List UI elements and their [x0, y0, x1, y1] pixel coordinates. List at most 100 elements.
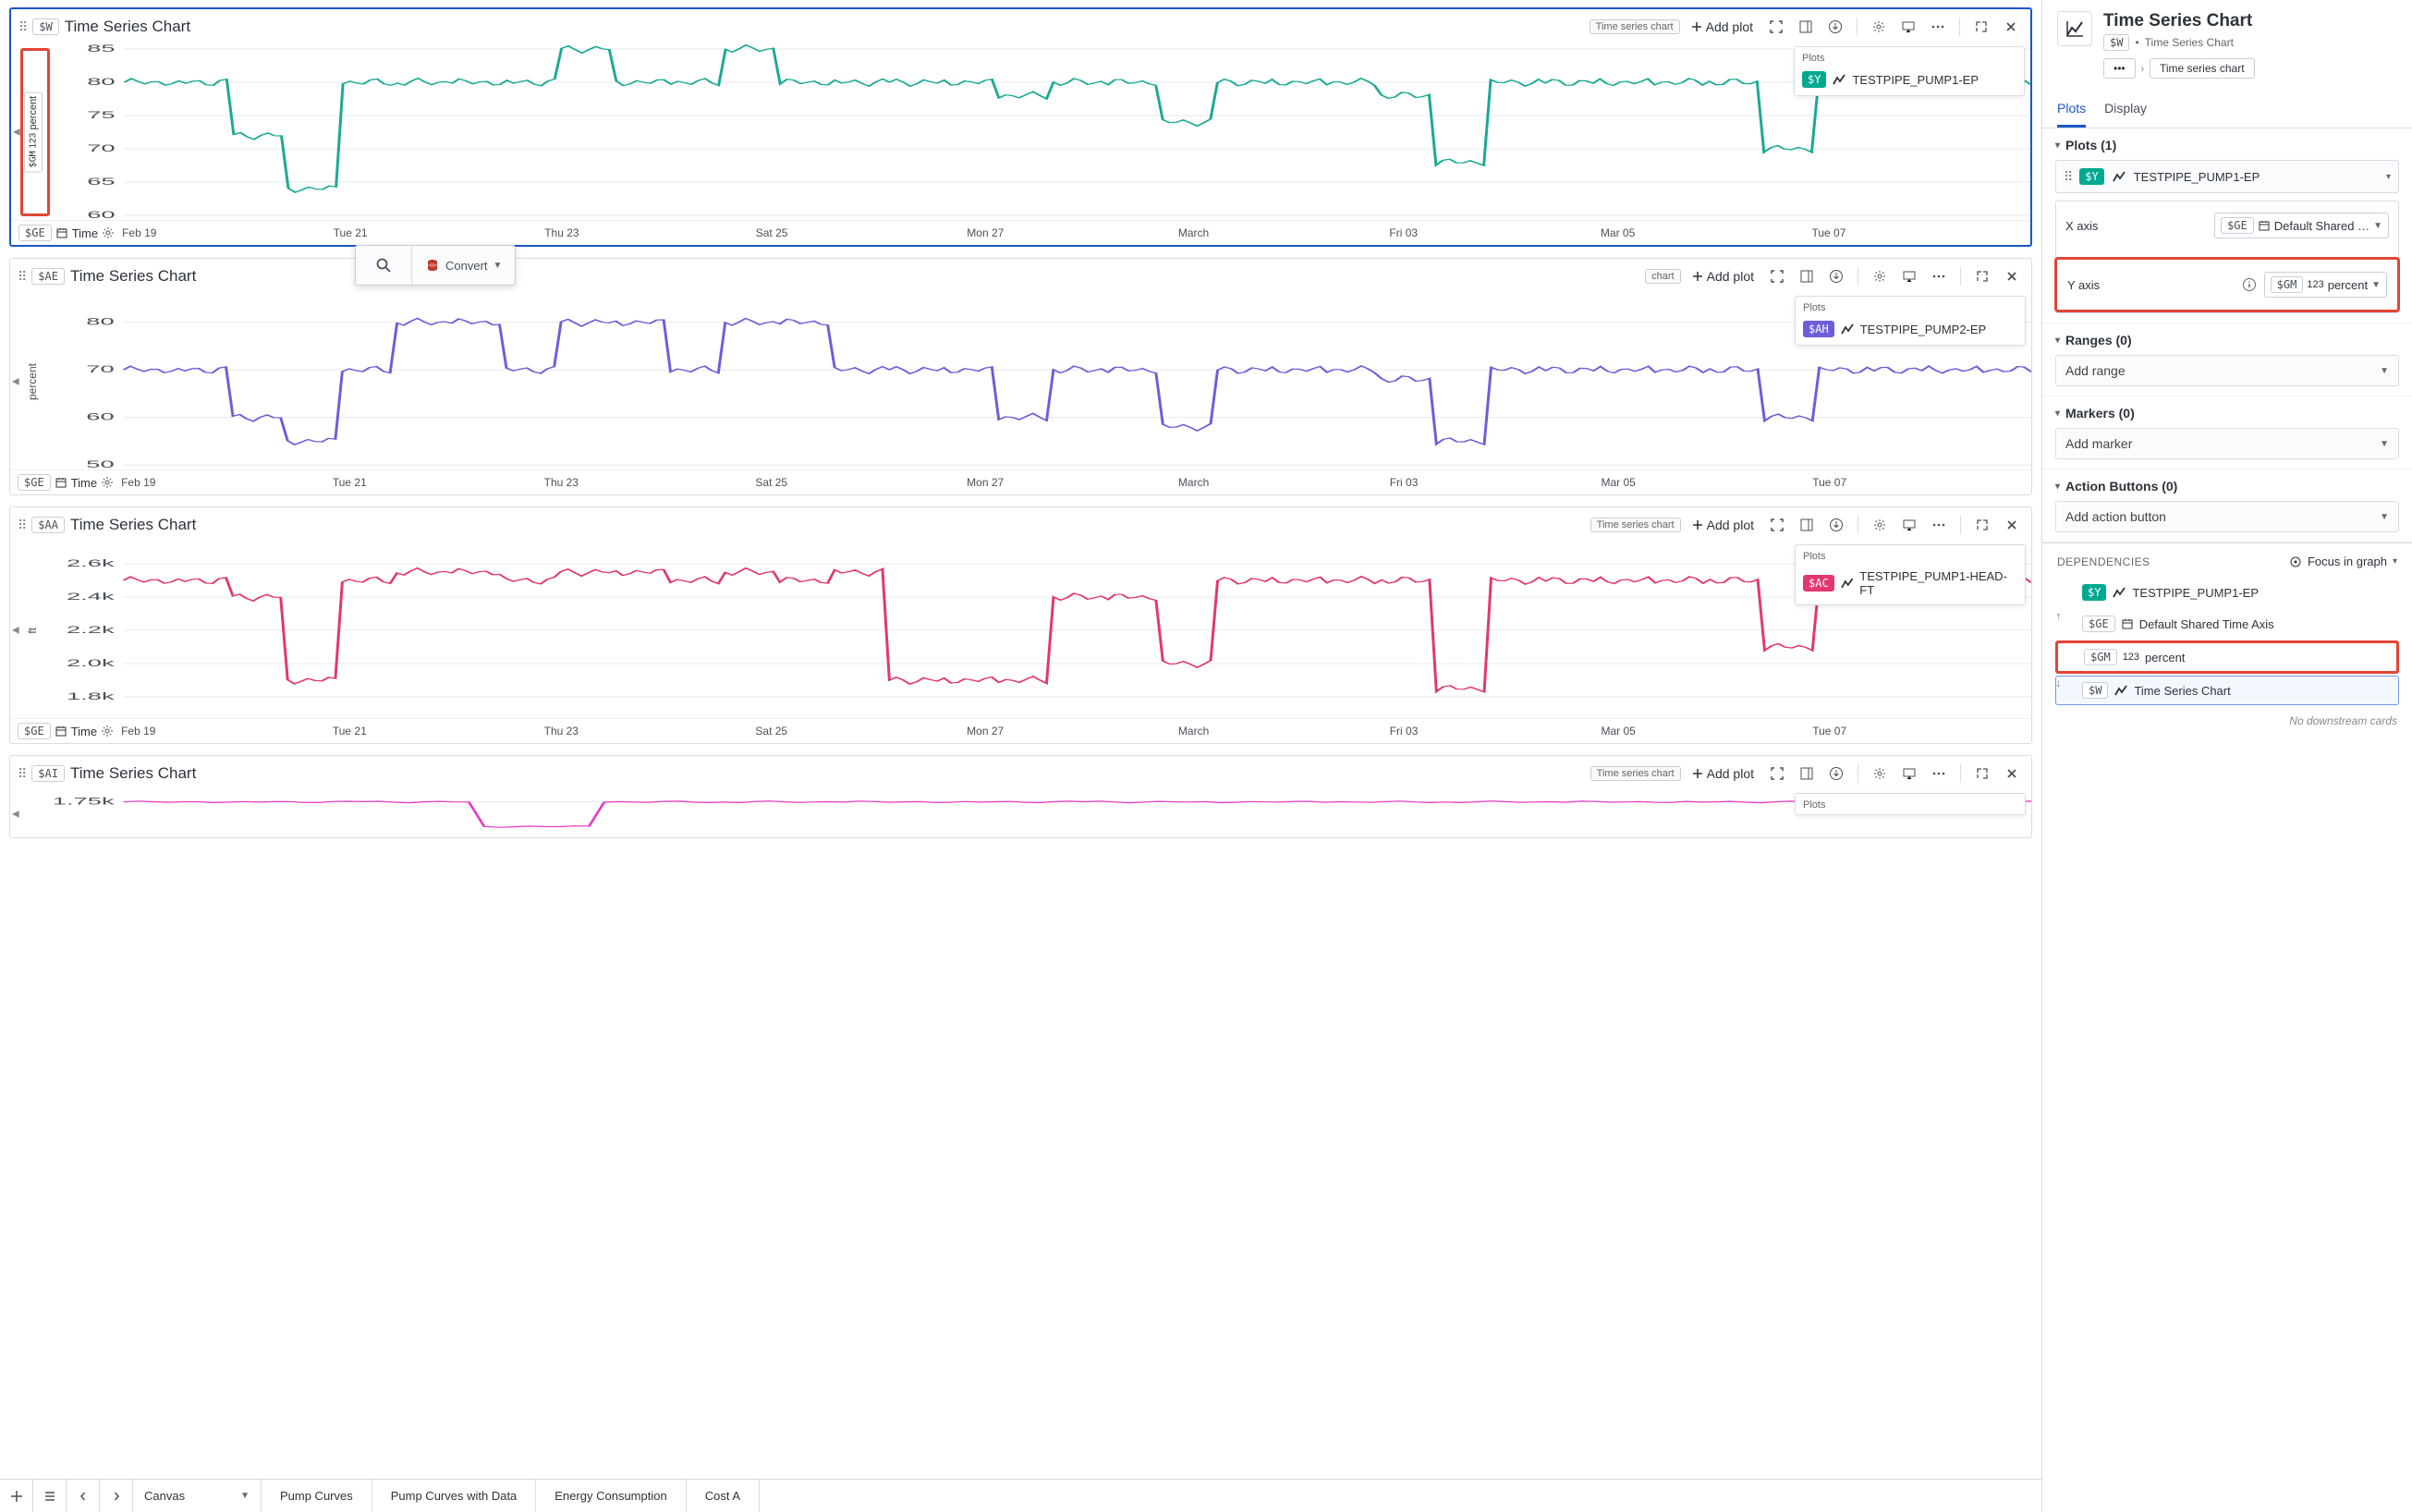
info-icon[interactable] — [2242, 277, 2257, 292]
chart-card[interactable]: ⠿ $AA Time Series Chart Time series char… — [9, 506, 2032, 744]
bb-tab[interactable]: Pump Curves with Data — [372, 1480, 537, 1512]
number-type-icon: 123 — [2123, 652, 2139, 663]
settings-icon-button[interactable] — [1868, 513, 1892, 537]
chevron-down-icon: ▼ — [2380, 512, 2389, 522]
more-icon-button[interactable] — [1927, 513, 1951, 537]
dependency-item[interactable]: $GM123percent — [2055, 640, 2399, 674]
plots-section-head[interactable]: ▾ Plots (1) — [2055, 138, 2399, 152]
x-axis-select[interactable]: $GE Default Shared … ▼ — [2214, 213, 2389, 238]
plot-area[interactable]: 1.75k — [55, 791, 2031, 837]
close-icon-button[interactable] — [2000, 513, 2024, 537]
gear-icon[interactable] — [101, 476, 114, 489]
bb-tab[interactable]: Energy Consumption — [536, 1480, 686, 1512]
download-icon-button[interactable] — [1824, 762, 1848, 786]
bb-menu-button[interactable] — [33, 1480, 67, 1512]
add-plot-button[interactable]: Add plot — [1687, 266, 1760, 287]
focus-icon-button[interactable] — [1765, 513, 1789, 537]
chart-card[interactable]: ⠿ $W Time Series Chart Time series chart… — [9, 7, 2032, 247]
split-icon-button[interactable] — [1795, 513, 1819, 537]
drag-handle-icon[interactable]: ⠿ — [18, 518, 26, 533]
plot-area[interactable]: 1.8k2.0k2.2k2.4k2.6k — [55, 543, 2031, 718]
add-range-button[interactable]: Add range▼ — [2055, 355, 2399, 386]
chart-card[interactable]: ⠿ $AI Time Series Chart Time series char… — [9, 755, 2032, 838]
gear-icon[interactable] — [101, 725, 114, 738]
bb-prev-button[interactable] — [67, 1480, 100, 1512]
expand-icon-button[interactable] — [1969, 15, 1993, 39]
split-icon-button[interactable] — [1794, 15, 1818, 39]
focus-in-graph-button[interactable]: Focus in graph ▾ — [2289, 555, 2397, 568]
y-axis-select[interactable]: $GM 123 percent ▼ — [2264, 272, 2387, 298]
bb-add-button[interactable] — [0, 1480, 33, 1512]
breadcrumb-prev[interactable]: ••• — [2103, 58, 2136, 79]
chart-var-tag: $AE — [31, 268, 65, 285]
close-icon-button[interactable] — [1999, 15, 2023, 39]
tab-plots[interactable]: Plots — [2057, 93, 2086, 128]
download-icon-button[interactable] — [1823, 15, 1847, 39]
more-icon-button[interactable] — [1927, 264, 1951, 288]
present-icon-button[interactable] — [1897, 264, 1921, 288]
drag-handle-icon[interactable]: ⠿ — [18, 766, 26, 782]
tab-display[interactable]: Display — [2104, 93, 2147, 128]
bb-next-button[interactable] — [100, 1480, 133, 1512]
add-action-button[interactable]: Add action button▼ — [2055, 501, 2399, 532]
present-icon-button[interactable] — [1897, 513, 1921, 537]
present-icon-button[interactable] — [1896, 15, 1920, 39]
layout-icon — [1798, 19, 1813, 34]
focus-icon-button[interactable] — [1765, 762, 1789, 786]
drag-handle-icon[interactable]: ⠿ — [18, 269, 26, 285]
settings-icon-button[interactable] — [1867, 15, 1891, 39]
presentation-icon — [1902, 269, 1917, 284]
bb-tab[interactable]: Pump Curves — [262, 1480, 372, 1512]
more-icon — [1931, 19, 1945, 34]
dependency-item[interactable]: $YTESTPIPE_PUMP1-EP — [2055, 578, 2399, 607]
close-icon-button[interactable] — [2000, 762, 2024, 786]
more-icon-button[interactable] — [1926, 15, 1950, 39]
markers-section-head[interactable]: ▾Markers (0) — [2055, 406, 2399, 421]
plot-area[interactable]: 50607080 — [55, 294, 2031, 469]
add-plot-button[interactable]: Add plot — [1686, 17, 1759, 37]
drag-handle-icon[interactable]: ⠿ — [2064, 169, 2072, 185]
ranges-section-head[interactable]: ▾Ranges (0) — [2055, 333, 2399, 348]
download-icon-button[interactable] — [1824, 264, 1848, 288]
settings-icon-button[interactable] — [1868, 762, 1892, 786]
convert-button[interactable]: Convert ▼ — [411, 246, 515, 285]
bb-tab[interactable]: Cost A — [687, 1480, 760, 1512]
add-plot-button[interactable]: Add plot — [1687, 515, 1760, 535]
expand-icon-button[interactable] — [1970, 264, 1994, 288]
plot-area[interactable]: 606570758085 — [55, 44, 2030, 220]
x-tick-label: Fri 03 — [1390, 476, 1602, 489]
add-marker-button[interactable]: Add marker▼ — [2055, 428, 2399, 459]
add-plot-button[interactable]: Add plot — [1687, 763, 1760, 784]
close-icon-button[interactable] — [2000, 264, 2024, 288]
plots-overlay-item[interactable]: $AC TESTPIPE_PUMP1-HEAD-FT — [1796, 566, 2025, 604]
dependency-item[interactable]: $GEDefault Shared Time Axis — [2055, 609, 2399, 639]
markers-section-title: Markers (0) — [2065, 406, 2135, 421]
x-tick-label: Thu 23 — [544, 725, 756, 738]
split-icon-button[interactable] — [1795, 264, 1819, 288]
dep-var-tag: $GE — [2082, 616, 2115, 632]
more-icon-button[interactable] — [1927, 762, 1951, 786]
plots-overlay-item[interactable]: $Y TESTPIPE_PUMP1-EP — [1795, 67, 2024, 95]
actions-section-head[interactable]: ▾Action Buttons (0) — [2055, 479, 2399, 494]
plot-item[interactable]: ⠿ $Y TESTPIPE_PUMP1-EP ▾ — [2055, 160, 2399, 193]
expand-icon-button[interactable] — [1970, 513, 1994, 537]
search-button[interactable] — [356, 246, 411, 285]
focus-icon-button[interactable] — [1765, 264, 1789, 288]
bb-canvas-select[interactable]: Canvas ▼ — [133, 1480, 262, 1512]
drag-handle-icon[interactable]: ⠿ — [18, 19, 27, 35]
settings-icon-button[interactable] — [1868, 264, 1892, 288]
frame-icon — [1770, 518, 1785, 532]
download-icon-button[interactable] — [1824, 513, 1848, 537]
arrow-down-icon: ↓ — [2055, 676, 2062, 689]
ranges-section-title: Ranges (0) — [2065, 333, 2132, 348]
x-axis-bar: $GE Time Feb 19Tue 21Thu 23Sat 25Mon 27M… — [10, 469, 2031, 494]
expand-icon-button[interactable] — [1970, 762, 1994, 786]
chart-card[interactable]: ⠿ $AE Time Series Chart chart Add plot ◀… — [9, 258, 2032, 495]
dependency-item[interactable]: $WTime Series Chart — [2055, 676, 2399, 705]
split-icon-button[interactable] — [1795, 762, 1819, 786]
plots-overlay-item[interactable]: $AH TESTPIPE_PUMP2-EP — [1796, 317, 2025, 345]
present-icon-button[interactable] — [1897, 762, 1921, 786]
focus-icon-button[interactable] — [1764, 15, 1788, 39]
panel-subtitle-text: Time Series Chart — [2145, 36, 2234, 49]
gear-icon[interactable] — [102, 226, 115, 239]
